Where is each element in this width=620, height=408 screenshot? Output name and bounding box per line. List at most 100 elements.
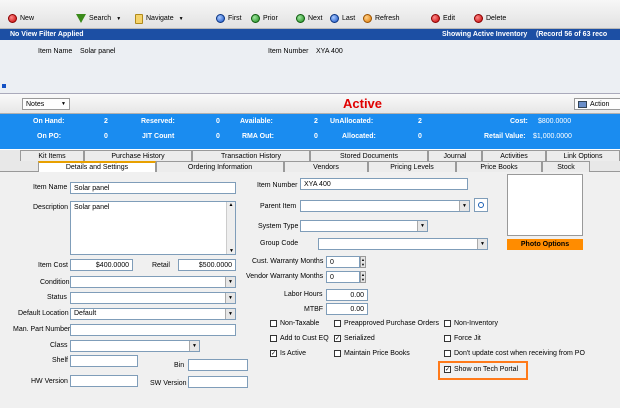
parent-item-select[interactable]: ▼ bbox=[300, 200, 470, 212]
unallocated-label: UnAllocated: bbox=[330, 118, 374, 125]
vendor-warranty-input[interactable]: 0 bbox=[326, 271, 360, 283]
non-taxable-checkbox[interactable]: Non-Taxable bbox=[270, 320, 319, 327]
navigate-icon bbox=[135, 13, 143, 24]
tab-stock[interactable]: Stock bbox=[542, 161, 590, 172]
show-on-tech-portal-checkbox[interactable]: ✓ Show on Tech Portal bbox=[444, 366, 518, 373]
shelf-input[interactable] bbox=[70, 355, 138, 367]
cust-warranty-spinner[interactable]: ▲ ▼ bbox=[360, 256, 366, 268]
tab-details-and-settings[interactable]: Details and Settings bbox=[38, 161, 156, 172]
item-number-label: Item Number bbox=[257, 182, 298, 189]
sw-version-input[interactable] bbox=[188, 376, 248, 388]
tab-journal[interactable]: Journal bbox=[428, 150, 482, 161]
item-number-input[interactable]: XYA 400 bbox=[300, 178, 468, 190]
cust-warranty-input[interactable]: 0 bbox=[326, 256, 360, 268]
description-textarea[interactable]: Solar panel bbox=[70, 201, 236, 255]
tab-stored-documents[interactable]: Stored Documents bbox=[310, 150, 428, 161]
prior-button[interactable]: Prior bbox=[251, 12, 278, 25]
checkmark-icon: ✓ bbox=[334, 335, 341, 342]
chevron-down-icon: ▼ bbox=[225, 293, 235, 303]
scroll-marker bbox=[2, 84, 6, 88]
sw-version-label: SW Version bbox=[150, 380, 187, 387]
group-code-label: Group Code bbox=[260, 240, 299, 247]
toolbar: New Search ▼ Navigate ▼ First Prior Next… bbox=[0, 0, 620, 29]
notes-bar: Notes ▼ Active Action bbox=[0, 94, 620, 114]
jit-count-label: JIT Count bbox=[142, 133, 175, 140]
chevron-down-icon: ▼ bbox=[225, 309, 235, 319]
first-button[interactable]: First bbox=[216, 12, 242, 25]
tab-activities[interactable]: Activities bbox=[482, 150, 546, 161]
tab-row-1: Kit Items Purchase History Transaction H… bbox=[0, 150, 620, 161]
chevron-down-icon: ▼ bbox=[477, 239, 487, 249]
jit-count-value: 0 bbox=[216, 133, 220, 140]
cost-label: Cost: bbox=[510, 118, 528, 125]
tab-row-2: Details and Settings Ordering Informatio… bbox=[0, 161, 620, 172]
item-cost-input[interactable]: $400.0000 bbox=[70, 259, 133, 271]
record-header: Item Name Solar panel Item Number XYA 40… bbox=[0, 40, 620, 94]
item-name-input[interactable]: Solar panel bbox=[70, 182, 236, 194]
tab-kit-items[interactable]: Kit Items bbox=[20, 150, 84, 161]
bin-input[interactable] bbox=[188, 359, 248, 371]
new-button[interactable]: New bbox=[8, 12, 34, 25]
chevron-down-icon: ▼ bbox=[189, 341, 199, 351]
status-label: Active bbox=[343, 96, 383, 111]
checkmark-icon: ✓ bbox=[444, 366, 451, 373]
search-button[interactable]: Search ▼ bbox=[76, 12, 121, 25]
photo-options-button[interactable]: Photo Options bbox=[507, 239, 583, 250]
group-code-select[interactable]: ▼ bbox=[318, 238, 488, 250]
tab-pricing-levels[interactable]: Pricing Levels bbox=[368, 161, 456, 172]
record-count-text: (Record 56 of 63 reco bbox=[536, 31, 608, 38]
class-select[interactable]: ▼ bbox=[70, 340, 200, 352]
maintain-price-books-checkbox[interactable]: Maintain Price Books bbox=[334, 350, 410, 357]
action-button[interactable]: Action bbox=[574, 98, 620, 110]
edit-icon bbox=[431, 14, 440, 23]
add-to-cust-eq-checkbox[interactable]: Add to Cust EQ bbox=[270, 335, 329, 342]
mtbf-label: MTBF bbox=[304, 306, 324, 313]
man-part-number-input[interactable] bbox=[70, 324, 236, 336]
notes-dropdown[interactable]: Notes ▼ bbox=[22, 98, 70, 110]
header-item-name-value: Solar panel bbox=[80, 48, 116, 55]
force-jit-checkbox[interactable]: Force Jit bbox=[444, 335, 481, 342]
tab-price-books[interactable]: Price Books bbox=[456, 161, 542, 172]
non-inventory-checkbox[interactable]: Non-Inventory bbox=[444, 320, 498, 327]
tab-link-options[interactable]: Link Options bbox=[546, 150, 620, 161]
filter-funnel-icon bbox=[76, 14, 86, 23]
next-button[interactable]: Next bbox=[296, 12, 322, 25]
last-button[interactable]: Last bbox=[330, 12, 355, 25]
mtbf-input[interactable]: 0.00 bbox=[326, 303, 368, 315]
system-type-select[interactable]: ▼ bbox=[300, 220, 428, 232]
condition-label: Condition bbox=[40, 279, 70, 286]
description-label: Description bbox=[33, 204, 69, 211]
navigate-button[interactable]: Navigate ▼ bbox=[135, 12, 184, 25]
edit-button[interactable]: Edit bbox=[431, 12, 455, 25]
delete-icon bbox=[474, 14, 483, 23]
labor-hours-input[interactable]: 0.00 bbox=[326, 289, 368, 301]
preapproved-po-checkbox[interactable]: Preapproved Purchase Orders bbox=[334, 320, 439, 327]
serialized-checkbox[interactable]: ✓ Serialized bbox=[334, 335, 375, 342]
status-select[interactable]: ▼ bbox=[70, 292, 236, 304]
parent-item-search-button[interactable] bbox=[474, 198, 488, 212]
tab-ordering-information[interactable]: Ordering Information bbox=[156, 161, 284, 172]
bin-label: Bin bbox=[174, 362, 185, 369]
tab-vendors[interactable]: Vendors bbox=[284, 161, 368, 172]
retail-input[interactable]: $500.0000 bbox=[178, 259, 236, 271]
photo-frame[interactable] bbox=[507, 174, 583, 236]
retail-value-value: $1,000.0000 bbox=[533, 133, 572, 140]
is-active-checkbox[interactable]: ✓ Is Active bbox=[270, 350, 306, 357]
delete-button[interactable]: Delete bbox=[474, 12, 506, 25]
vendor-warranty-spinner[interactable]: ▲ ▼ bbox=[360, 271, 366, 283]
description-scrollbar[interactable]: ▲ ▼ bbox=[226, 202, 235, 254]
details-panel: Item Name Solar panel Description Solar … bbox=[0, 172, 620, 408]
item-cost-label: Item Cost bbox=[38, 262, 68, 269]
tab-transaction-history[interactable]: Transaction History bbox=[192, 150, 310, 161]
refresh-button[interactable]: Refresh bbox=[363, 12, 400, 25]
hw-version-label: HW Version bbox=[31, 378, 68, 385]
condition-select[interactable]: ▼ bbox=[70, 276, 236, 288]
retail-value-label: Retail Value: bbox=[484, 133, 526, 140]
refresh-icon bbox=[363, 14, 372, 23]
dont-update-cost-checkbox[interactable]: Don't update cost when receiving from PO bbox=[444, 350, 585, 357]
tab-purchase-history[interactable]: Purchase History bbox=[84, 150, 192, 161]
hw-version-input[interactable] bbox=[70, 375, 138, 387]
default-location-select[interactable]: Default ▼ bbox=[70, 308, 236, 320]
chevron-down-icon: ▼ bbox=[225, 277, 235, 287]
reserved-label: Reserved: bbox=[141, 118, 175, 125]
